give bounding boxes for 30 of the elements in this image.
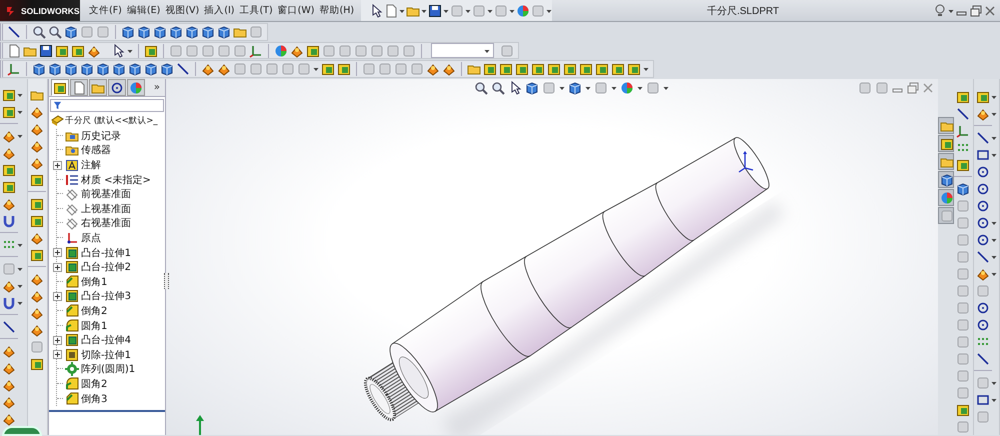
tree-item[interactable]: 历史记录 — [81, 128, 121, 143]
menu-item[interactable]: 视图(V) — [164, 4, 200, 17]
menu-item[interactable]: 窗口(W) — [276, 4, 316, 17]
tree-item[interactable]: 原点 — [81, 231, 101, 246]
tree-item[interactable]: 凸台-拉伸2 — [81, 260, 131, 274]
tree-item[interactable]: 切除-拉伸1 — [81, 348, 131, 362]
tree-item[interactable]: 右视基准面 — [81, 216, 131, 230]
tree-item[interactable]: 凸台-拉伸3 — [81, 289, 131, 304]
tree-item[interactable]: 阵列(圆周)1 — [81, 362, 136, 376]
menu-item[interactable]: 工具(T) — [238, 4, 274, 17]
tree-item[interactable]: 倒角2 — [81, 304, 108, 318]
tree-item[interactable]: 圆角1 — [81, 318, 108, 333]
tree-item[interactable]: 上视基准面 — [81, 202, 131, 216]
menu-item[interactable]: 插入(I) — [203, 4, 236, 17]
tree-item[interactable]: 圆角2 — [81, 376, 108, 391]
window-title: 千分尺.SLDPRT — [706, 4, 780, 18]
logo-text: SOLIDWORKS — [21, 6, 80, 16]
tree-item[interactable]: 前视基准面 — [81, 187, 131, 202]
more-tabs-button[interactable]: » — [148, 82, 165, 93]
tree-item[interactable]: 材质 <未指定> — [81, 172, 151, 187]
tree-item[interactable]: 注解 — [81, 158, 101, 172]
tree-item[interactable]: 倒角3 — [81, 392, 108, 406]
tree-item[interactable]: 倒角1 — [81, 274, 108, 289]
menu-item[interactable]: 帮助(H) — [318, 4, 356, 17]
menu-item[interactable]: 编辑(E) — [126, 4, 162, 17]
tree-item[interactable]: 凸台-拉伸4 — [81, 333, 131, 348]
tree-item[interactable]: 凸台-拉伸1 — [81, 246, 131, 260]
tree-item[interactable]: 传感器 — [81, 143, 111, 158]
tree-item[interactable]: 千分尺 (默认<<默认>_ — [65, 115, 158, 128]
menu-item[interactable]: 文件(F) — [88, 4, 123, 17]
